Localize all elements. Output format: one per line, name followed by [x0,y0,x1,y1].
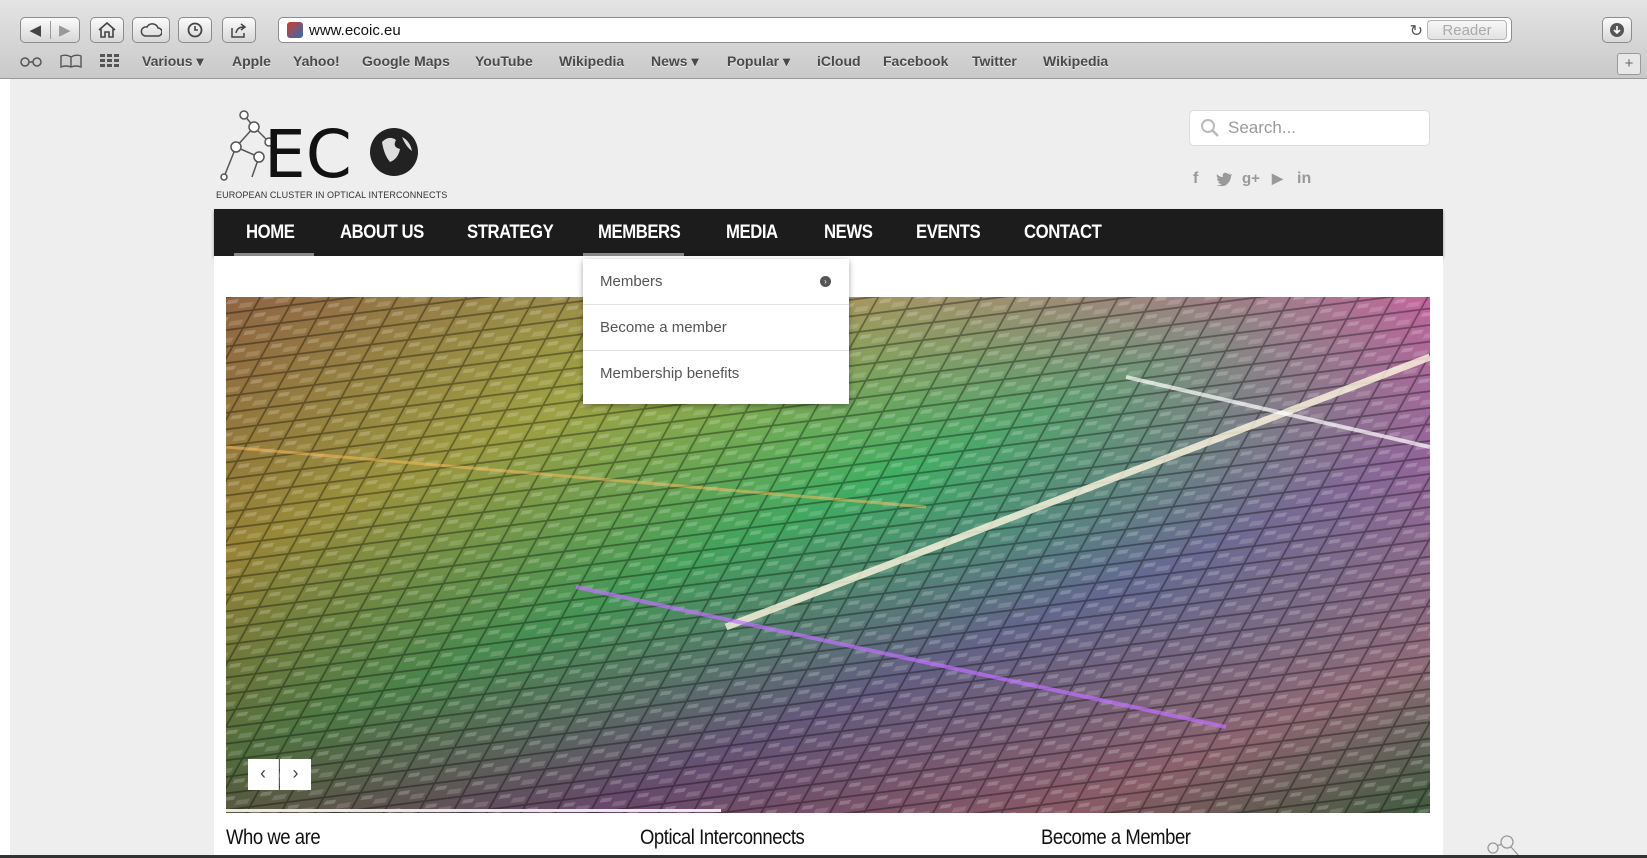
downloads-icon [1610,23,1624,37]
icloud-button[interactable] [132,17,170,43]
dropdown-item-label: Members [600,273,663,290]
home-button[interactable] [90,17,124,43]
reload-icon[interactable]: ↻ [1410,21,1423,41]
slider-prev-button[interactable]: ‹ [248,759,279,790]
dropdown-item-label: Membership benefits [600,365,740,382]
share-button[interactable] [222,17,256,43]
facebook-icon[interactable]: f [1193,170,1198,188]
linkedin-icon[interactable]: in [1297,170,1311,188]
nav-news[interactable]: NEWS [824,222,873,244]
address-bar[interactable]: www.ecoic.eu ↻ Reader [278,17,1512,43]
bookmark-google-maps[interactable]: Google Maps [362,53,450,69]
browser-chrome: ◀ ▶ www.ecoic.eu ↻ Reader Various ▾ Appl… [0,0,1647,79]
search-icon [1201,119,1219,137]
main-navigation: HOME ABOUT US STRATEGY MEMBERS MEDIA NEW… [214,209,1443,256]
dropdown-item-label: Become a member [600,319,727,336]
forward-icon[interactable]: ▶ [51,21,80,39]
nav-members[interactable]: MEMBERS [598,222,681,244]
cloud-icon [140,23,162,37]
share-icon [231,22,247,38]
dropdown-item-members[interactable]: Members › [583,259,849,305]
column-title-who-we-are[interactable]: Who we are [226,826,321,850]
bookmarks-book-icon[interactable] [60,54,82,72]
googleplus-icon[interactable]: g+ [1242,170,1260,187]
slider-progress-bar [226,809,721,812]
nav-about-us[interactable]: ABOUT US [340,222,424,244]
browser-toolbar: ◀ ▶ www.ecoic.eu ↻ Reader [0,14,1647,50]
back-icon[interactable]: ◀ [21,21,51,39]
slider-next-button[interactable]: › [280,759,311,790]
bookmark-various[interactable]: Various ▾ [142,53,204,70]
nav-contact[interactable]: CONTACT [1024,222,1102,244]
clock-icon [187,22,203,38]
history-button[interactable] [178,17,212,43]
youtube-icon[interactable]: ▶ [1272,170,1283,187]
nav-events[interactable]: EVENTS [916,222,981,244]
bookmark-wikipedia-2[interactable]: Wikipedia [1043,53,1108,69]
bookmark-popular[interactable]: Popular ▾ [727,53,790,70]
dropdown-item-membership-benefits[interactable]: Membership benefits [583,351,849,397]
bookmark-facebook[interactable]: Facebook [883,53,948,69]
bookmarks-bar: Various ▾ Apple Yahoo! Google Maps YouTu… [0,50,1647,76]
bookmark-twitter[interactable]: Twitter [972,53,1017,69]
nav-strategy[interactable]: STRATEGY [467,222,554,244]
bookmark-youtube[interactable]: YouTube [475,53,533,69]
downloads-button[interactable] [1602,17,1632,43]
home-icon [98,22,116,38]
add-bookmark-button[interactable]: + [1617,53,1641,75]
bookmark-wikipedia[interactable]: Wikipedia [559,53,624,69]
logo-caption: EUROPEAN CLUSTER IN OPTICAL INTERCONNECT… [216,190,448,200]
dropdown-item-become-member[interactable]: Become a member [583,305,849,351]
top-sites-grid-icon[interactable] [100,54,120,72]
members-dropdown-menu: Members › Become a member Membership ben… [583,259,849,404]
nav-media[interactable]: MEDIA [726,222,778,244]
url-text[interactable]: www.ecoic.eu [309,22,401,39]
nav-home[interactable]: HOME [246,222,295,244]
column-title-optical-interconnects[interactable]: Optical Interconnects [640,826,805,850]
reader-button[interactable]: Reader [1427,20,1507,40]
eco-logo-graphic: EC [220,110,418,193]
site-search-input[interactable]: Search... [1189,110,1430,146]
reading-list-icon[interactable] [20,54,42,71]
search-placeholder: Search... [1228,118,1297,137]
bookmark-news[interactable]: News ▾ [651,53,699,70]
bookmark-apple[interactable]: Apple [232,53,271,69]
back-forward-buttons[interactable]: ◀ ▶ [20,17,80,43]
column-title-become-member[interactable]: Become a Member [1041,826,1191,850]
svg-text:EC: EC [264,116,352,192]
submenu-arrow-icon: › [820,276,831,287]
site-favicon [287,22,303,38]
twitter-icon[interactable] [1216,172,1233,189]
bookmark-yahoo[interactable]: Yahoo! [293,53,340,69]
bookmark-icloud[interactable]: iCloud [817,53,861,69]
site-logo[interactable]: EC EUROPEAN CLUSTER IN OPTICAL INTERCONN… [214,107,447,203]
